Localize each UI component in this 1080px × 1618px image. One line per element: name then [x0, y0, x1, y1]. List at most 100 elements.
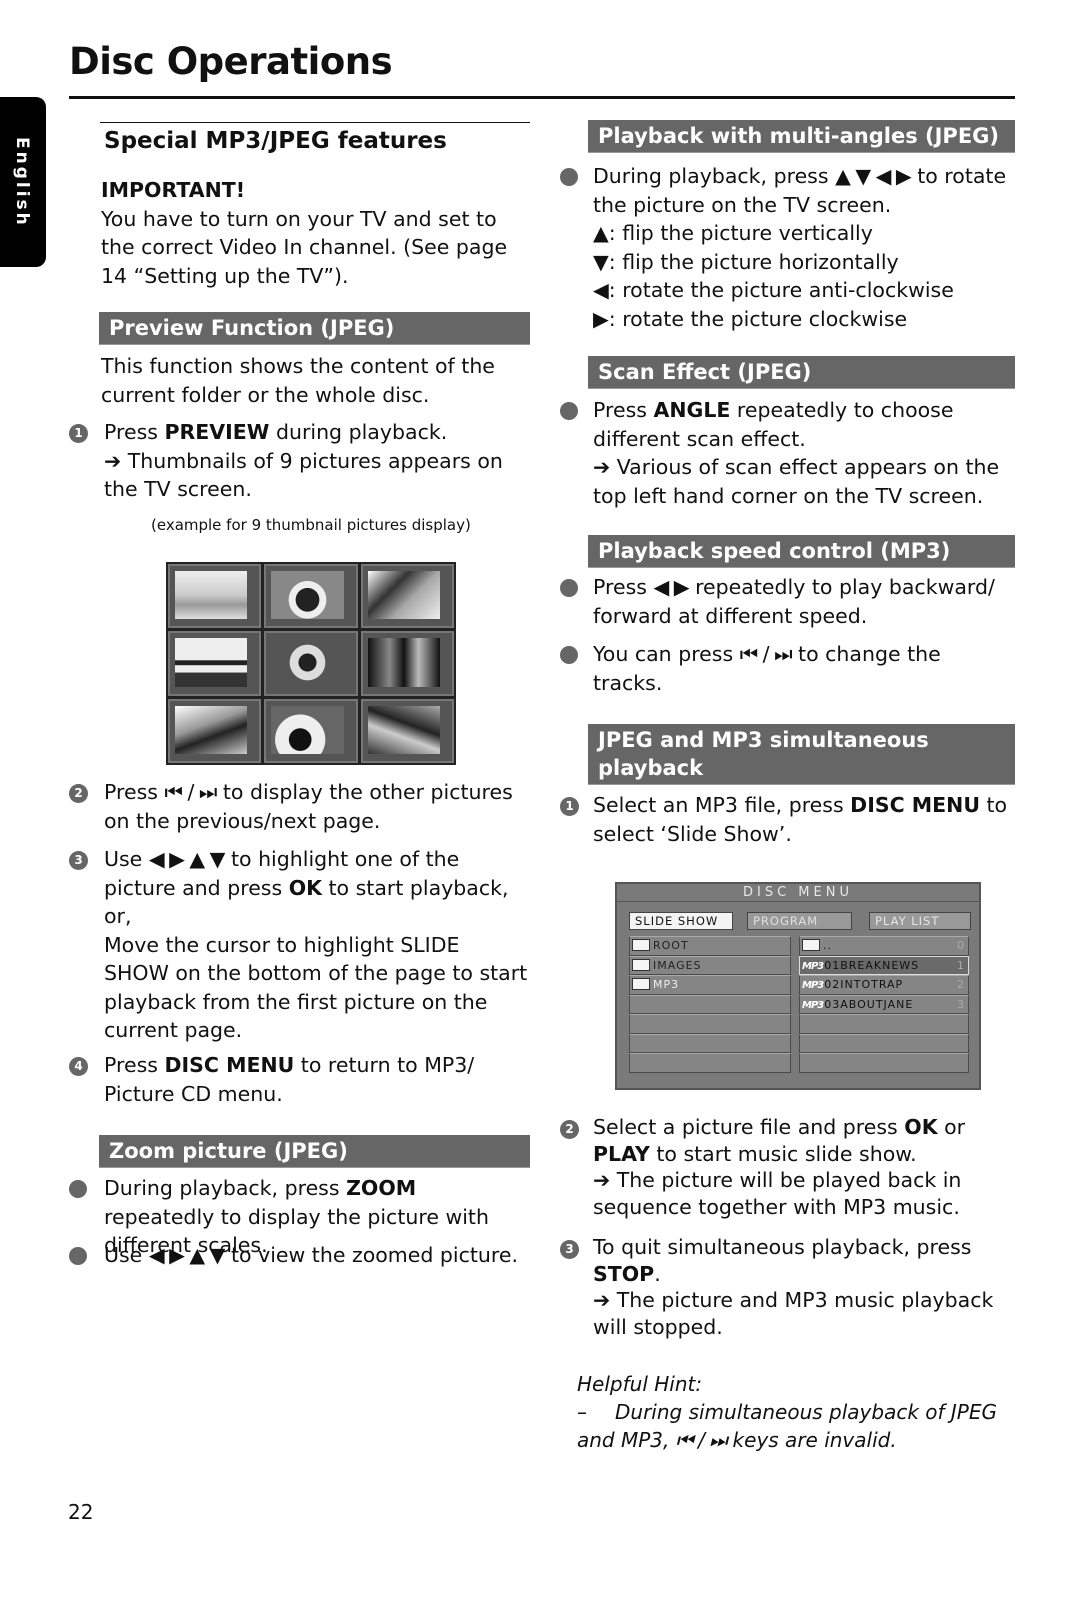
file-item-empty: [799, 1014, 969, 1034]
zoom-bullet-2: Use ◀ ▶ ▲ ▼ to view the zoomed picture.: [69, 1241, 530, 1270]
hint-dash: –: [577, 1400, 587, 1424]
thumbnail: [264, 564, 358, 629]
rotate-line-down: ▼: flip the picture horizontally: [593, 249, 899, 274]
heading-preview-function: Preview Function (JPEG): [99, 312, 530, 345]
key-ok: OK: [288, 875, 322, 900]
bullet-icon: [69, 1247, 87, 1265]
arrow-keys-icon: ▲ ▼ ◀ ▶: [835, 164, 912, 188]
hint-title: Helpful Hint:: [577, 1372, 703, 1396]
thumbnail: [360, 564, 454, 629]
simultaneous-step-2: 2 Select a picture file and press OK or …: [560, 1114, 1015, 1220]
mp3-icon: MP3: [802, 980, 824, 991]
speed-bullet-2: You can press ⏮ / ⏭ to change the tracks…: [560, 640, 1015, 697]
step-number-icon: 2: [69, 784, 88, 803]
file-item[interactable]: MP302INTOTRAP 2: [799, 975, 969, 995]
disc-menu-tabs: SLIDE SHOW PROGRAM PLAY LIST: [629, 912, 971, 930]
thumbnail-picture: [175, 638, 248, 687]
left-arrow-icon: ◀: [593, 278, 609, 302]
step-number-icon: 3: [560, 1240, 579, 1259]
folder-icon: [632, 939, 650, 951]
key-play: PLAY: [593, 1141, 650, 1166]
thumbnail: [360, 698, 454, 763]
page-number: 22: [68, 1500, 94, 1524]
folder-item[interactable]: ROOT: [629, 936, 791, 956]
language-tab: English: [0, 97, 46, 267]
heading-speed-control: Playback speed control (MP3): [588, 535, 1015, 568]
step-number-icon: 3: [69, 851, 88, 870]
bullet-icon: [69, 1180, 87, 1198]
thumbnail: [264, 631, 358, 696]
folder-icon: [802, 939, 820, 951]
folder-item-empty: [629, 1014, 791, 1034]
key-disc-menu: DISC MENU: [164, 1053, 295, 1077]
section-subtitle: Special MP3/JPEG features: [104, 128, 447, 154]
tab-play-list[interactable]: PLAY LIST: [869, 912, 971, 930]
file-item-empty: [799, 1053, 969, 1073]
important-note: IMPORTANT! You have to turn on your TV a…: [101, 176, 530, 290]
preview-step-2: 2 Press ⏮ / ⏭ to display the other pictu…: [69, 778, 530, 835]
prev-next-keys-icon: ⏮ / ⏭: [675, 1428, 727, 1452]
preview-intro: This function shows the content of the c…: [101, 354, 495, 407]
language-tab-label: English: [12, 137, 32, 228]
step-number-icon: 4: [69, 1057, 88, 1076]
folder-item[interactable]: MP3: [629, 975, 791, 995]
page-title: Disc Operations: [69, 40, 393, 83]
mp3-icon: MP3: [802, 960, 824, 972]
rotate-line-left: ◀: rotate the picture anti-clockwise: [593, 278, 954, 302]
bullet-icon: [560, 646, 578, 664]
speed-bullet-1: Press ◀ ▶ repeatedly to play backward/ f…: [560, 573, 1015, 630]
bullet-icon: [560, 579, 578, 597]
simultaneous-step-1: 1 Select an MP3 file, press DISC MENU to…: [560, 791, 1015, 848]
thumbnail-picture: [367, 705, 440, 754]
key-stop: STOP: [593, 1261, 655, 1286]
heading-scan-effect: Scan Effect (JPEG): [588, 356, 1015, 389]
key-ok: OK: [904, 1115, 938, 1139]
prev-next-keys-icon: ⏮ / ⏭: [164, 780, 217, 804]
disc-menu-screenshot: DISC MENU SLIDE SHOW PROGRAM PLAY LIST R…: [615, 882, 981, 1090]
tab-slide-show[interactable]: SLIDE SHOW: [629, 912, 733, 930]
bullet-icon: [560, 168, 578, 186]
thumbnail-picture: [367, 638, 440, 687]
simultaneous-step-3: 3 To quit simultaneous playback, press S…: [560, 1234, 1015, 1340]
file-item-parent[interactable]: .. 0: [799, 936, 969, 956]
arrow-keys-icon: ◀ ▶ ▲ ▼: [148, 847, 226, 871]
preview-step-4: 4 Press DISC MENU to return to MP3/ Pict…: [69, 1051, 530, 1108]
thumbnail-picture: [271, 638, 344, 687]
key-preview: PREVIEW: [164, 420, 270, 444]
important-text: You have to turn on your TV and set to t…: [101, 206, 508, 288]
thumbnail-picture: [367, 571, 440, 620]
file-item[interactable]: MP301BREAKNEWS 1: [799, 955, 969, 975]
scan-bullet: Press ANGLE repeatedly to choose differe…: [560, 396, 1015, 510]
title-divider: [69, 96, 1015, 99]
rotate-line-right: ▶: rotate the picture clockwise: [593, 306, 908, 331]
thumbnail: [168, 564, 262, 629]
thumbnail-picture: [271, 571, 344, 620]
heading-multi-angles: Playback with multi-angles (JPEG): [588, 120, 1015, 153]
helpful-hint: Helpful Hint: – During simultaneous playb…: [577, 1372, 998, 1452]
file-item[interactable]: MP303ABOUTJANE 3: [799, 994, 969, 1014]
mp3-icon: MP3: [802, 999, 824, 1011]
step-number-icon: 1: [560, 797, 579, 816]
step-number-icon: 1: [69, 424, 88, 443]
tab-program[interactable]: PROGRAM: [747, 912, 852, 930]
step-number-icon: 2: [560, 1120, 579, 1139]
preview-step-3: 3 Use ◀ ▶ ▲ ▼ to highlight one of the pi…: [69, 845, 530, 1045]
folder-item-empty: [629, 994, 791, 1014]
result-text: ➔ The picture will be played back in seq…: [593, 1168, 962, 1219]
thumbnail: [168, 631, 262, 696]
disc-menu-title: DISC MENU: [617, 884, 979, 902]
key-zoom: ZOOM: [346, 1176, 417, 1200]
up-arrow-icon: ▲: [593, 221, 609, 245]
multi-angles-bullet: During playback, press ▲ ▼ ◀ ▶ to rotate…: [560, 162, 1015, 333]
heading-zoom-picture: Zoom picture (JPEG): [99, 1135, 530, 1168]
result-text: ➔ The picture and MP3 music playback wil…: [593, 1288, 994, 1339]
folder-item[interactable]: IMAGES: [629, 955, 791, 975]
file-item-empty: [799, 1033, 969, 1053]
folder-list: ROOT IMAGES MP3: [629, 936, 791, 1073]
subtitle-divider: [100, 122, 530, 123]
left-right-keys-icon: ◀ ▶: [653, 575, 689, 599]
thumbnail-caption: (example for 9 thumbnail pictures displa…: [151, 516, 471, 534]
folder-icon: [632, 958, 650, 971]
thumbnail: [360, 631, 454, 696]
thumbnail-picture: [175, 571, 248, 620]
